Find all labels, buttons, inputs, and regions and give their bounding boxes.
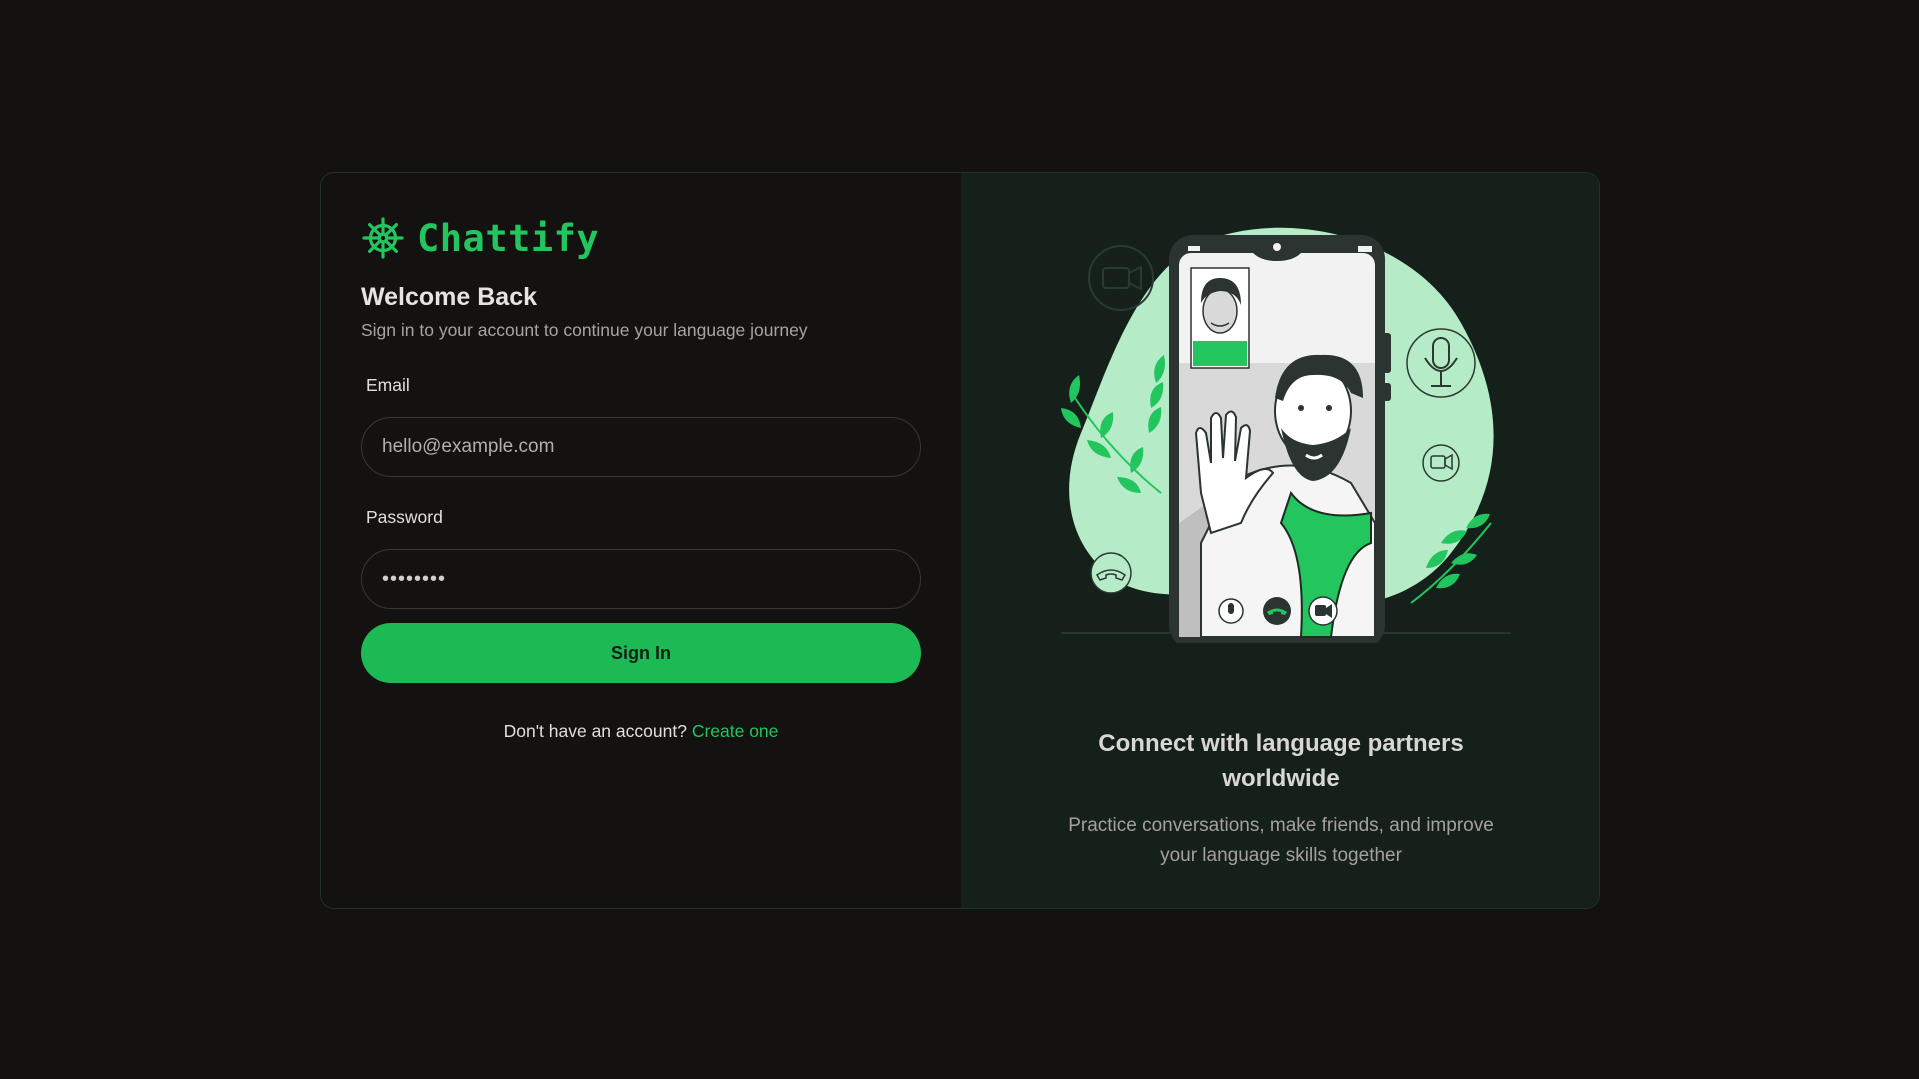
signup-prompt-text: Don't have an account? xyxy=(503,721,687,741)
hang-up-icon-left xyxy=(1090,552,1132,594)
page-subtitle: Sign in to your account to continue your… xyxy=(361,320,808,340)
brand-logo: Chattify xyxy=(361,215,921,261)
camera-icon xyxy=(1422,444,1460,482)
email-input[interactable] xyxy=(361,417,921,477)
brand-name: Chattify xyxy=(417,216,600,260)
create-account-link[interactable]: Create one xyxy=(692,721,779,741)
login-card: Chattify Welcome Back Sign in to your ac… xyxy=(320,172,1600,909)
page-title: Welcome Back xyxy=(361,283,538,311)
login-panel: Chattify Welcome Back Sign in to your ac… xyxy=(321,173,961,908)
faint-camera-icon xyxy=(1088,245,1154,311)
signup-prompt: Don't have an account? Create one xyxy=(361,721,921,742)
video-call-illustration xyxy=(1061,227,1511,643)
ship-wheel-icon xyxy=(362,217,404,259)
promo-heading: Connect with language partners worldwide xyxy=(1098,730,1464,792)
phone xyxy=(1169,235,1391,643)
password-input[interactable] xyxy=(361,549,921,609)
password-label: Password xyxy=(366,507,443,527)
promo-panel: Connect with language partners worldwide… xyxy=(961,173,1599,908)
sign-in-button[interactable]: Sign In xyxy=(361,623,921,683)
promo-text: Practice conversations, make friends, an… xyxy=(1068,815,1494,866)
email-label: Email xyxy=(366,375,410,395)
microphone-icon xyxy=(1406,328,1476,398)
